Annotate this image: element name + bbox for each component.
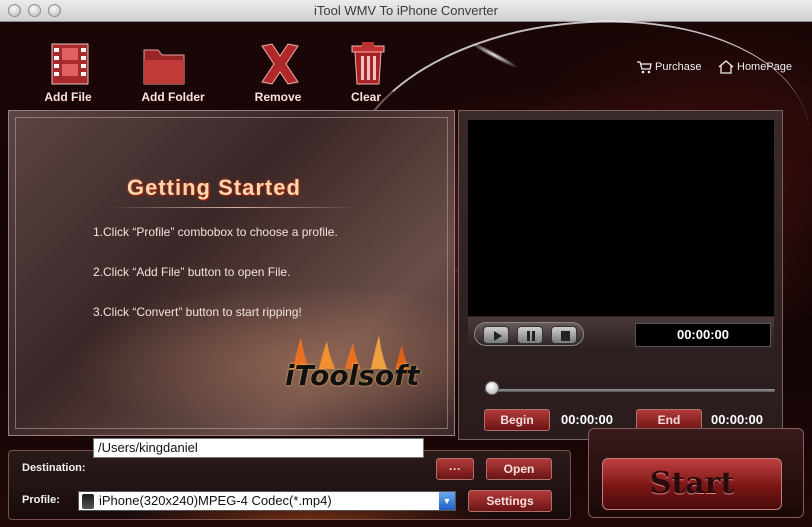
clear-button[interactable]: Clear xyxy=(326,40,406,104)
step-3-text: 3.Click “Convert” button to start rippin… xyxy=(93,305,302,319)
remove-label: Remove xyxy=(254,90,302,104)
purchase-label: Purchase xyxy=(655,60,702,73)
preview-panel: 00:00:00 Begin 00:00:00 End 00:00:00 xyxy=(458,110,783,440)
getting-started-panel: Getting Started 1.Click “Profile” combob… xyxy=(8,110,455,436)
pause-icon xyxy=(527,331,535,341)
open-button[interactable]: Open xyxy=(486,458,552,480)
settings-button[interactable]: Settings xyxy=(468,490,552,512)
play-icon xyxy=(494,331,502,341)
chevron-down-icon[interactable]: ▼ xyxy=(439,492,455,510)
pause-button[interactable] xyxy=(517,326,543,344)
purchase-link[interactable]: Purchase xyxy=(636,60,701,74)
seek-slider-track[interactable] xyxy=(485,389,775,392)
cart-icon xyxy=(637,61,652,74)
title-divider xyxy=(109,207,359,208)
brand-logo-text: iToolsoft xyxy=(285,359,420,392)
home-icon xyxy=(718,60,734,74)
stop-button[interactable] xyxy=(551,326,577,344)
film-icon xyxy=(51,43,89,85)
destination-label: Destination: xyxy=(22,462,86,474)
remove-x-icon xyxy=(261,43,299,85)
playback-controls xyxy=(474,322,584,346)
window-titlebar: iTool WMV To iPhone Converter xyxy=(0,0,812,22)
add-folder-button[interactable]: Add Folder xyxy=(128,40,218,104)
trash-icon xyxy=(351,42,385,85)
stop-icon xyxy=(561,331,570,341)
profile-value: iPhone(320x240)MPEG-4 Codec(*.mp4) xyxy=(99,493,332,508)
homepage-label: HomePage xyxy=(737,60,793,73)
seek-slider-handle[interactable] xyxy=(485,381,499,395)
video-preview xyxy=(468,120,774,316)
start-button[interactable]: Start xyxy=(602,458,782,510)
browse-button[interactable]: ··· xyxy=(436,458,474,480)
add-file-label: Add File xyxy=(44,90,92,104)
step-2-text: 2.Click “Add File” button to open File. xyxy=(93,265,291,279)
add-file-button[interactable]: Add File xyxy=(28,40,108,104)
phone-icon xyxy=(82,494,94,509)
window-title: iTool WMV To iPhone Converter xyxy=(313,3,498,18)
add-folder-label: Add Folder xyxy=(141,90,205,104)
current-time-display: 00:00:00 xyxy=(635,323,771,347)
getting-started-title: Getting Started xyxy=(127,175,301,200)
begin-button[interactable]: Begin xyxy=(484,409,550,431)
play-button[interactable] xyxy=(483,326,509,344)
profile-select[interactable]: iPhone(320x240)MPEG-4 Codec(*.mp4) ▼ xyxy=(78,491,456,511)
profile-label: Profile: xyxy=(22,494,60,506)
step-1-text: 1.Click “Profile” combobox to choose a p… xyxy=(93,225,338,239)
folder-icon xyxy=(143,49,185,85)
remove-button[interactable]: Remove xyxy=(238,40,318,104)
clear-label: Clear xyxy=(350,90,382,104)
homepage-link[interactable]: HomePage xyxy=(718,60,792,74)
destination-input[interactable]: /Users/kingdaniel xyxy=(93,438,424,458)
